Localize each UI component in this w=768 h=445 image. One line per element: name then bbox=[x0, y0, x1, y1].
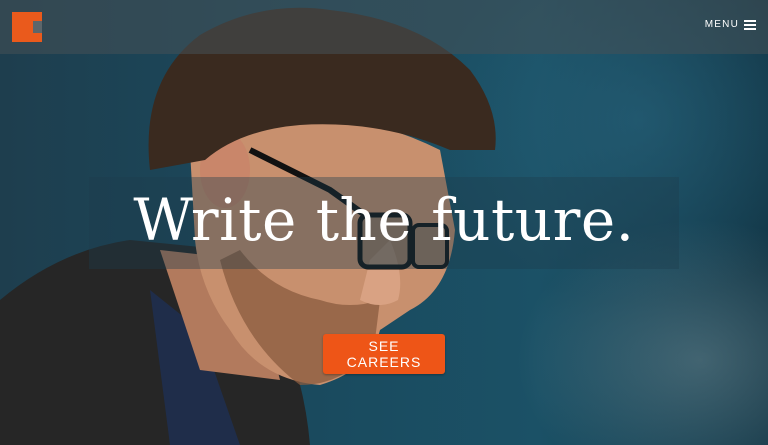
menu-label: MENU bbox=[704, 19, 739, 30]
menu-button[interactable]: MENU bbox=[705, 19, 756, 30]
logo-icon[interactable] bbox=[12, 12, 42, 42]
see-careers-button[interactable]: SEE CAREERS bbox=[323, 334, 445, 374]
hero-headline: Write the future. bbox=[133, 186, 635, 254]
top-header: MENU bbox=[0, 0, 768, 54]
hamburger-icon bbox=[744, 19, 756, 30]
